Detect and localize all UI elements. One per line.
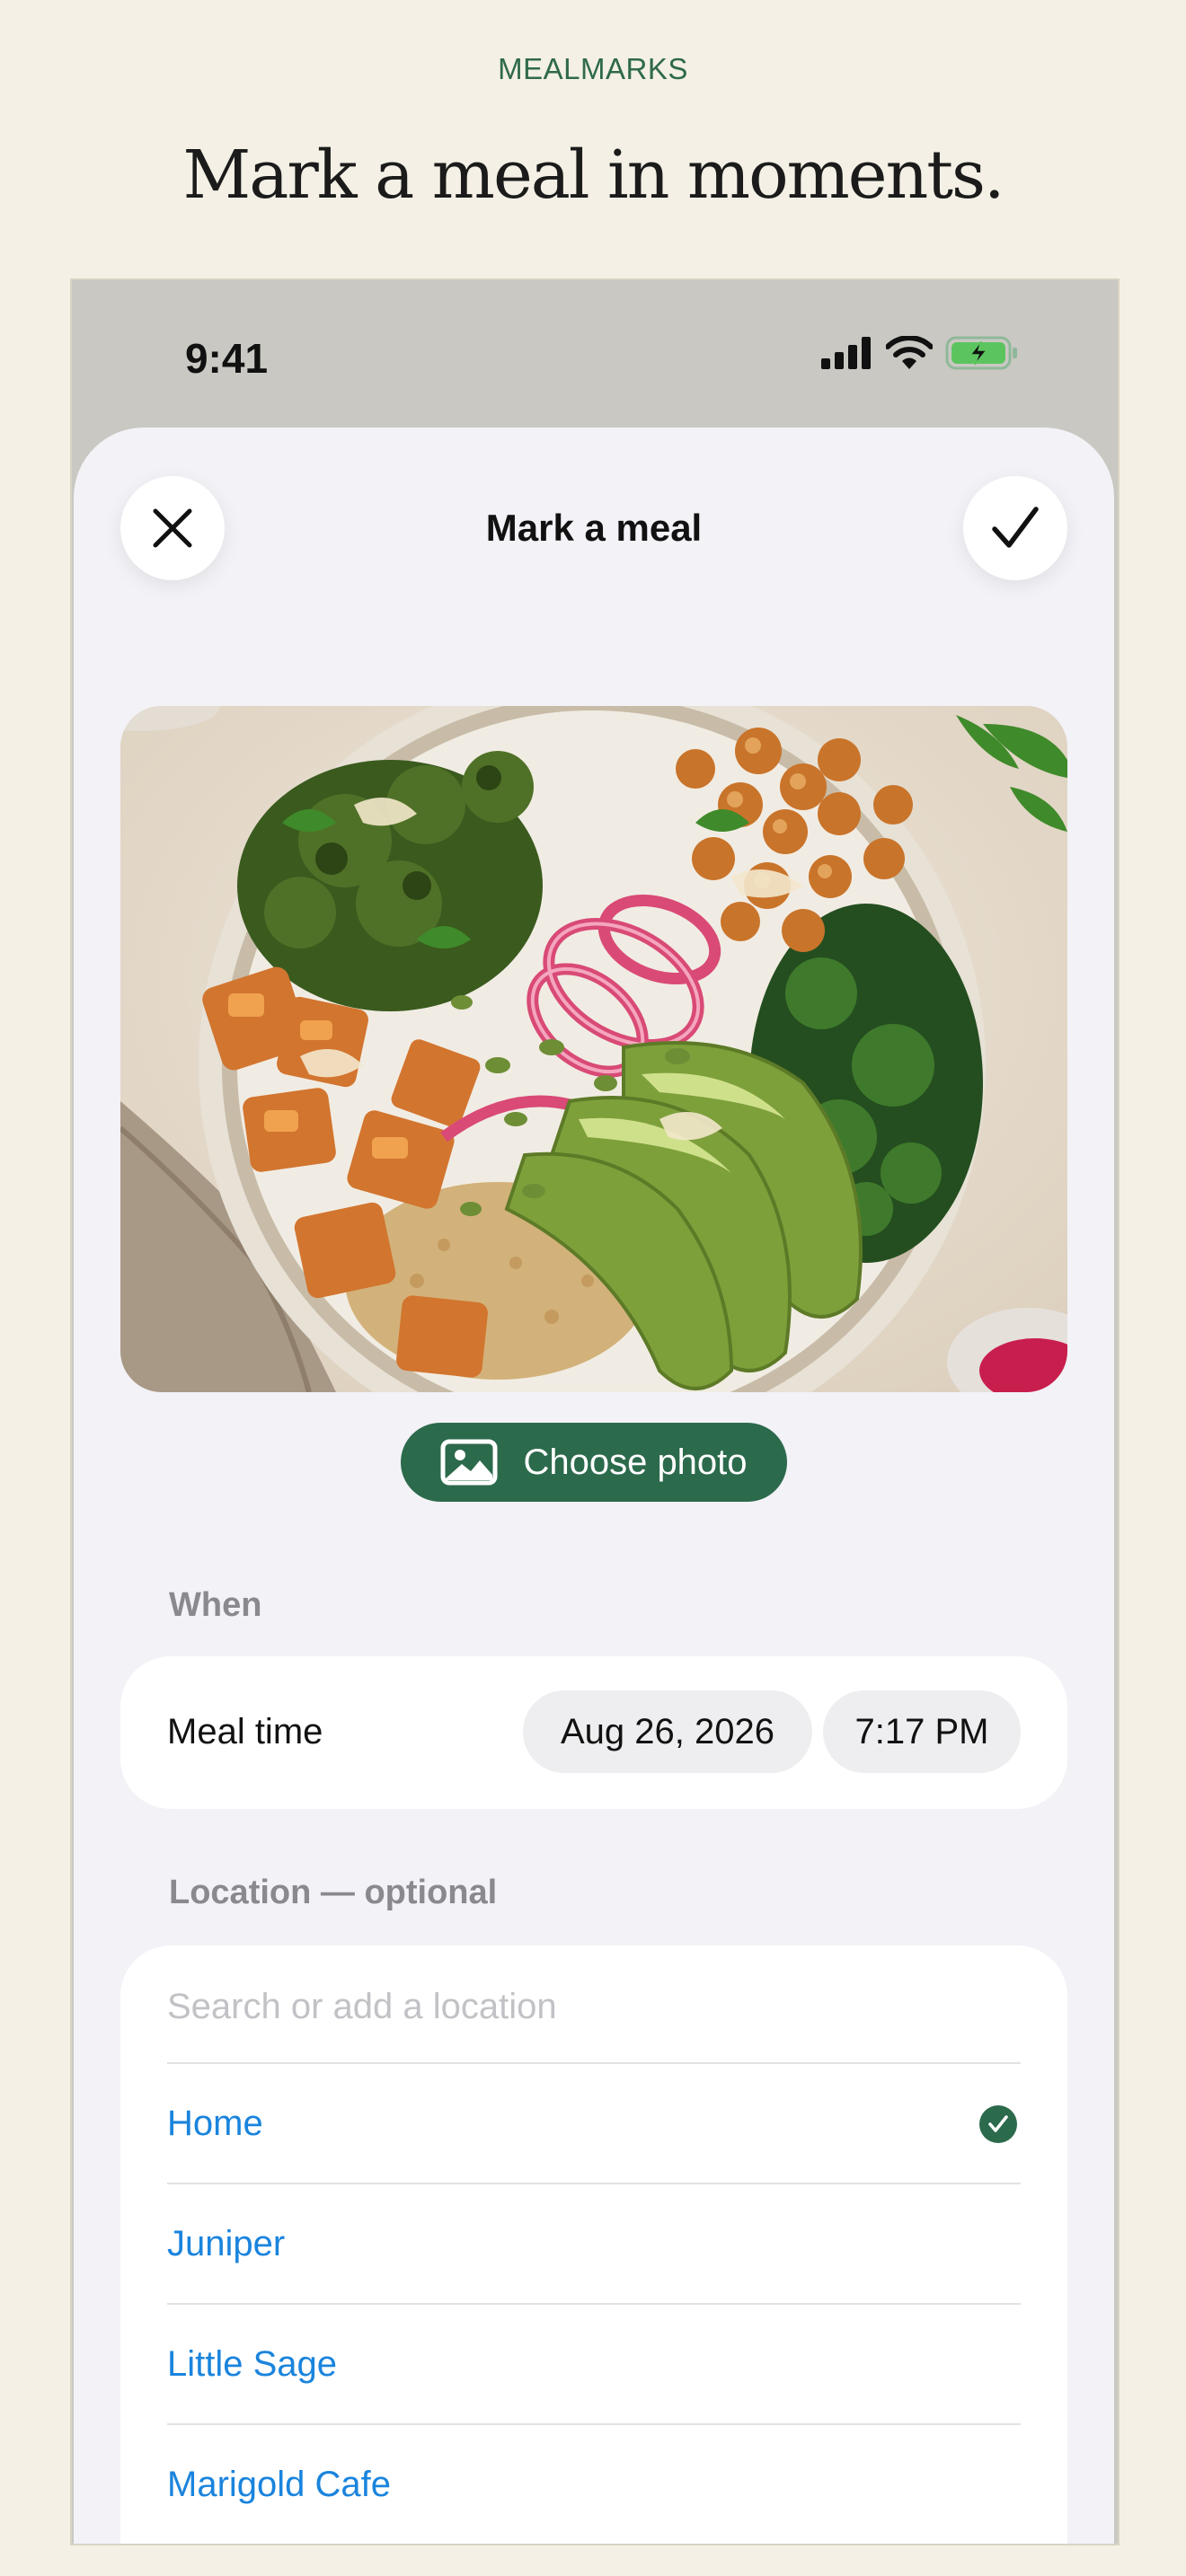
brand-label: MEALMARKS	[498, 52, 688, 85]
meal-time-label: Meal time	[167, 1712, 323, 1751]
location-item-label: Marigold Cafe	[167, 2465, 392, 2504]
location-search-input[interactable]	[167, 1972, 1021, 2041]
location-item-marigold-cafe[interactable]: Marigold Cafe	[167, 2423, 1021, 2544]
cellular-signal-icon	[821, 337, 871, 369]
battery-charging-icon	[945, 336, 1017, 370]
location-card: Home Juniper Little Sage Marigold Cafe	[120, 1945, 1067, 2544]
when-section-label: When	[169, 1586, 262, 1624]
sheet-title: Mark a meal	[485, 507, 703, 549]
location-item-juniper[interactable]: Juniper	[167, 2183, 1021, 2305]
date-picker-button[interactable]: Aug 26, 2026	[523, 1690, 812, 1773]
selected-check-icon	[979, 2105, 1017, 2143]
choose-photo-label: Choose photo	[523, 1442, 748, 1482]
time-picker-button[interactable]: 7:17 PM	[823, 1690, 1021, 1773]
meal-time-card: Meal time Aug 26, 2026 7:17 PM	[120, 1656, 1067, 1809]
status-icons	[821, 336, 1019, 370]
mark-meal-sheet: Mark a meal Choose photo When Meal time …	[74, 428, 1114, 2544]
location-item-little-sage[interactable]: Little Sage	[167, 2303, 1021, 2425]
location-item-label: Juniper	[167, 2224, 286, 2263]
photo-icon	[440, 1439, 498, 1486]
status-time: 9:41	[184, 335, 269, 382]
device-frame: 9:41 Mark a meal Choose photo When Meal …	[70, 278, 1120, 2545]
meal-photo	[120, 706, 1067, 1392]
location-section-label: Location — optional	[169, 1874, 498, 1911]
choose-photo-button[interactable]: Choose photo	[401, 1423, 787, 1502]
checkmark-icon	[992, 507, 1039, 548]
location-item-home[interactable]: Home	[167, 2062, 1021, 2184]
location-item-label: Home	[167, 2104, 263, 2143]
confirm-button[interactable]	[963, 476, 1067, 580]
location-item-label: Little Sage	[167, 2344, 338, 2384]
headline: Mark a meal in moments.	[182, 137, 1005, 214]
wifi-icon	[886, 336, 933, 369]
